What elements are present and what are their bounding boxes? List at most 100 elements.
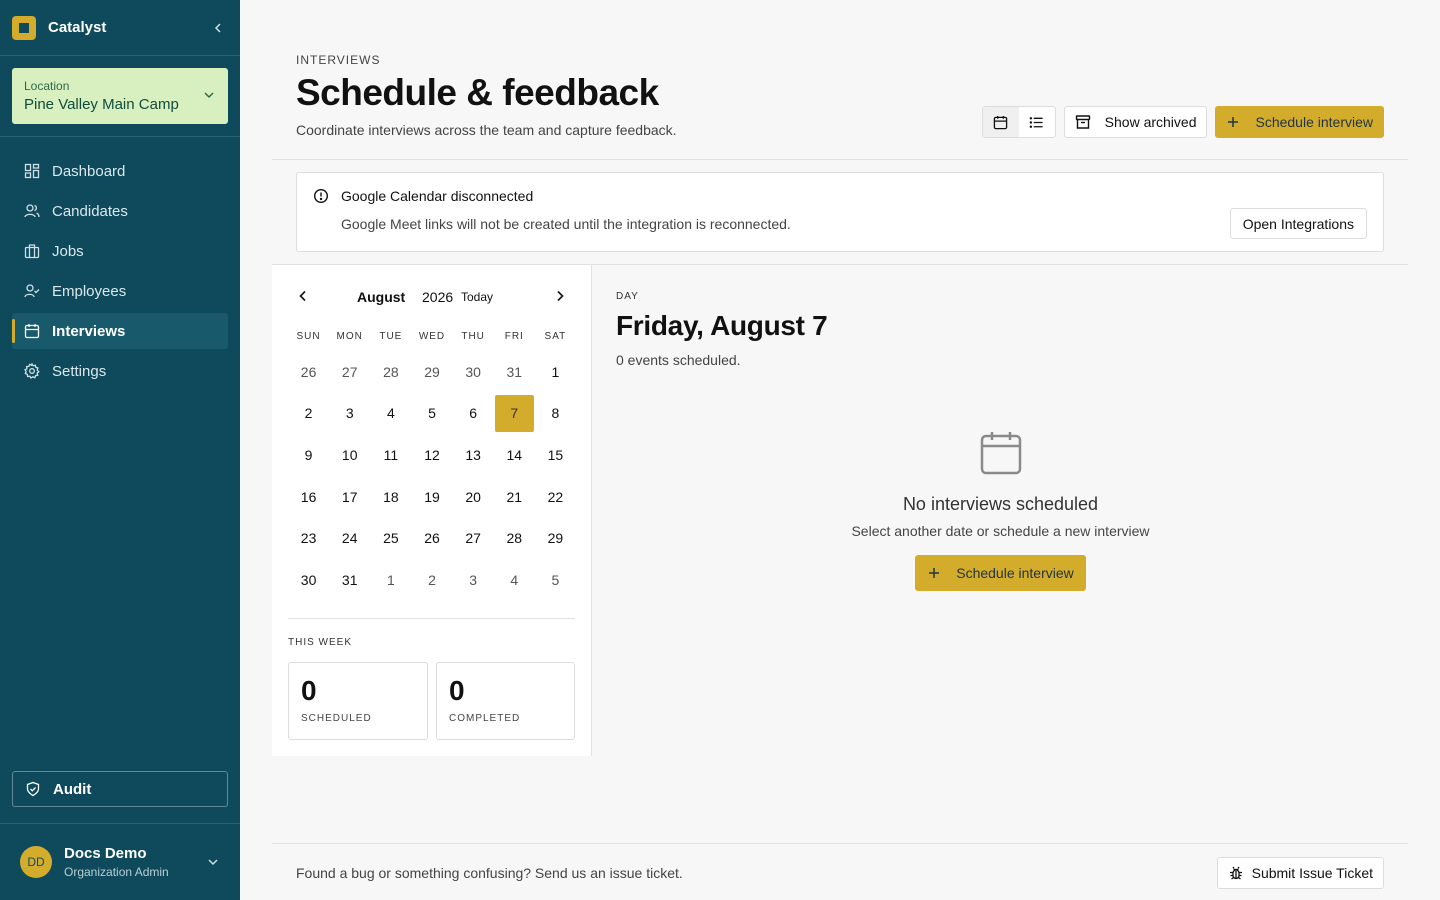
calendar-week-row: 9 10 11 12 13 14 15 <box>288 434 576 476</box>
avatar: DD <box>20 846 52 878</box>
calendar-day[interactable]: 17 <box>330 478 369 516</box>
user-menu[interactable]: DD Docs Demo Organization Admin <box>0 823 240 900</box>
calendar-day[interactable]: 29 <box>536 519 575 557</box>
calendar-week-row: 16 17 18 19 20 21 22 <box>288 476 576 518</box>
calendar-day[interactable]: 31 <box>495 353 534 391</box>
calendar-day[interactable]: 31 <box>330 561 369 599</box>
calendar-day[interactable]: 3 <box>330 395 369 433</box>
calendar-day[interactable]: 1 <box>371 561 410 599</box>
weekday-label: SAT <box>544 331 567 342</box>
sidebar-item-employees[interactable]: Employees <box>12 273 228 309</box>
calendar-day[interactable]: 30 <box>289 561 328 599</box>
user-check-icon <box>24 284 40 298</box>
calendar-day[interactable]: 12 <box>412 436 451 474</box>
calendar-day[interactable]: 2 <box>412 561 451 599</box>
calendar-day[interactable]: 16 <box>289 478 328 516</box>
calendar-day[interactable]: 19 <box>412 478 451 516</box>
calendar-day[interactable]: 14 <box>495 436 534 474</box>
calendar-day[interactable]: 25 <box>371 519 410 557</box>
calendar-day[interactable]: 4 <box>495 561 534 599</box>
calendar-year: 2026 <box>422 289 454 305</box>
completed-stat-card: 0 COMPLETED <box>436 662 575 740</box>
calendar-week-row: 2345678 <box>288 393 576 435</box>
calendar-nav: August 2026 Today <box>288 285 575 309</box>
schedule-interview-button[interactable]: Schedule interview <box>915 555 1086 591</box>
calendar-day[interactable]: 8 <box>536 395 575 433</box>
this-week-label: THIS WEEK <box>288 637 353 648</box>
list-view-button[interactable] <box>1019 107 1055 137</box>
sidebar-item-label: Candidates <box>52 202 128 220</box>
audit-button[interactable]: Audit <box>12 771 228 807</box>
alert-title: Google Calendar disconnected <box>341 188 534 204</box>
sidebar-item-dashboard[interactable]: Dashboard <box>12 153 228 189</box>
weekday-header: SUN MON TUE WED THU FRI SAT <box>288 331 576 351</box>
empty-subtitle: Select another date or schedule a new in… <box>851 523 1150 539</box>
page-header: INTERVIEWS Schedule & feedback Coordinat… <box>272 0 1408 160</box>
location-selector[interactable]: Location Pine Valley Main Camp <box>12 68 228 124</box>
calendar-day[interactable]: 4 <box>371 395 410 433</box>
calendar-day[interactable]: 27 <box>330 353 369 391</box>
calendar-day[interactable]: 5 <box>412 395 451 433</box>
calendar-day[interactable]: 20 <box>454 478 493 516</box>
calendar-day[interactable]: 5 <box>536 561 575 599</box>
calendar-day[interactable]: 29 <box>412 353 451 391</box>
divider <box>288 618 575 619</box>
plus-icon <box>1228 117 1239 127</box>
shield-check-icon <box>26 781 40 797</box>
chevron-left-icon[interactable] <box>296 289 310 303</box>
calendar-day[interactable]: 22 <box>536 478 575 516</box>
calendar-day[interactable]: 18 <box>371 478 410 516</box>
calendar-day[interactable]: 2 <box>289 395 328 433</box>
alert-body: Google Meet links will not be created un… <box>341 216 791 232</box>
calendar-view-button[interactable] <box>982 107 1019 137</box>
schedule-interview-button[interactable]: Schedule interview <box>1215 106 1384 138</box>
calendar-day[interactable]: 27 <box>454 519 493 557</box>
open-integrations-button[interactable]: Open Integrations <box>1229 208 1367 239</box>
weekday-label: MON <box>336 331 363 342</box>
chevron-right-icon[interactable] <box>553 289 567 303</box>
calendar-day[interactable]: 9 <box>289 436 328 474</box>
users-icon <box>24 204 40 218</box>
sidebar: Catalyst Location Pine Valley Main Camp … <box>0 0 240 900</box>
calendar-day[interactable]: 13 <box>454 436 493 474</box>
sidebar-item-candidates[interactable]: Candidates <box>12 193 228 229</box>
calendar-day[interactable]: 15 <box>536 436 575 474</box>
today-button[interactable]: Today <box>461 290 493 304</box>
calendar-day[interactable]: 10 <box>330 436 369 474</box>
calendar-day[interactable]: 26 <box>412 519 451 557</box>
day-title: Friday, August 7 <box>616 310 828 341</box>
calendar-day[interactable]: 21 <box>495 478 534 516</box>
submit-issue-ticket-label: Submit Issue Ticket <box>1251 865 1373 881</box>
sidebar-item-label: Settings <box>52 362 107 380</box>
calendar-day[interactable]: 1 <box>536 353 575 391</box>
sidebar-item-jobs[interactable]: Jobs <box>12 233 228 269</box>
weekday-label: SUN <box>296 331 321 342</box>
calendar-day[interactable]: 24 <box>330 519 369 557</box>
calendar-day[interactable]: 26 <box>289 353 328 391</box>
show-archived-label: Show archived <box>1104 114 1197 130</box>
sidebar-item-interviews[interactable]: Interviews <box>12 313 228 349</box>
plus-icon <box>929 568 940 578</box>
calendar-day[interactable]: 28 <box>371 353 410 391</box>
calendar-day[interactable]: 30 <box>454 353 493 391</box>
calendar-day-selected[interactable]: 7 <box>494 394 534 433</box>
brand-bar: Catalyst <box>0 0 240 56</box>
completed-count: 0 <box>449 675 465 706</box>
show-archived-button[interactable]: Show archived <box>1063 106 1208 138</box>
calendar-day[interactable]: 23 <box>289 519 328 557</box>
calendar-week-row: 23 24 25 26 27 28 29 <box>288 517 576 559</box>
collapse-sidebar-button[interactable] <box>208 18 228 38</box>
sidebar-item-settings[interactable]: Settings <box>12 353 228 389</box>
calendar-day[interactable]: 28 <box>495 519 534 557</box>
empty-state: No interviews scheduled Select another d… <box>593 430 1408 591</box>
submit-issue-ticket-button[interactable]: Submit Issue Ticket <box>1216 857 1384 889</box>
calendar-day[interactable]: 6 <box>454 395 493 433</box>
scheduled-stat-card: 0 SCHEDULED <box>288 662 428 740</box>
page-subtitle: Coordinate interviews across the team an… <box>296 122 677 138</box>
calendar-day[interactable]: 3 <box>454 561 493 599</box>
schedule-interview-label: Schedule interview <box>956 565 1074 581</box>
calendar-day[interactable]: 11 <box>371 436 410 474</box>
page-eyebrow: INTERVIEWS <box>296 53 381 67</box>
sidebar-nav: Dashboard Candidates Jobs Employees Inte… <box>0 137 240 409</box>
sidebar-item-label: Employees <box>52 282 127 300</box>
